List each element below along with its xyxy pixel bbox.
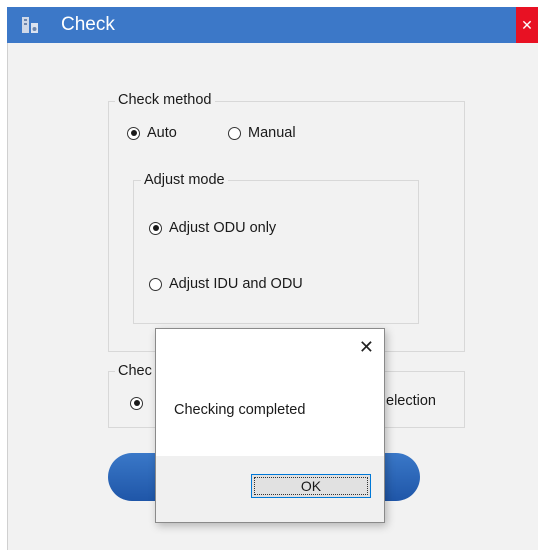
radio-auto[interactable]: Auto [127, 124, 177, 142]
close-icon: ✕ [521, 17, 533, 33]
radio-adjust-idu-odu[interactable]: Adjust IDU and ODU [149, 275, 303, 293]
radio-adjust-odu-only-label: Adjust ODU only [169, 220, 277, 236]
adjust-mode-group [133, 180, 419, 324]
radio-manual-label: Manual [248, 125, 296, 141]
radio-adjust-odu-only-indicator [149, 221, 162, 235]
radio-manual-indicator [228, 126, 241, 140]
check-selection-label: Chec [115, 363, 155, 379]
dialog-message: Checking completed [174, 402, 306, 418]
adjust-mode-label: Adjust mode [141, 172, 228, 188]
radio-check-selection-indicator [130, 396, 143, 410]
radio-manual[interactable]: Manual [228, 124, 296, 142]
dialog-footer: OK [156, 456, 384, 522]
radio-auto-indicator [127, 126, 140, 140]
app-icon [22, 17, 38, 33]
radio-adjust-odu-only[interactable]: Adjust ODU only [149, 219, 276, 237]
title-bar: Check ✕ [7, 7, 538, 43]
window-close-button[interactable]: ✕ [516, 7, 538, 43]
selection-option-label: election [386, 393, 436, 409]
radio-adjust-idu-odu-indicator [149, 277, 162, 291]
dialog-close-icon[interactable]: ✕ [359, 337, 374, 357]
ok-button[interactable]: OK [251, 474, 371, 498]
radio-check-selection[interactable] [130, 394, 150, 412]
message-dialog: ✕ Checking completed OK [155, 328, 385, 523]
check-method-label: Check method [115, 92, 215, 108]
radio-adjust-idu-odu-label: Adjust IDU and ODU [169, 276, 303, 292]
radio-auto-label: Auto [147, 125, 177, 141]
window-title: Check [61, 14, 115, 35]
